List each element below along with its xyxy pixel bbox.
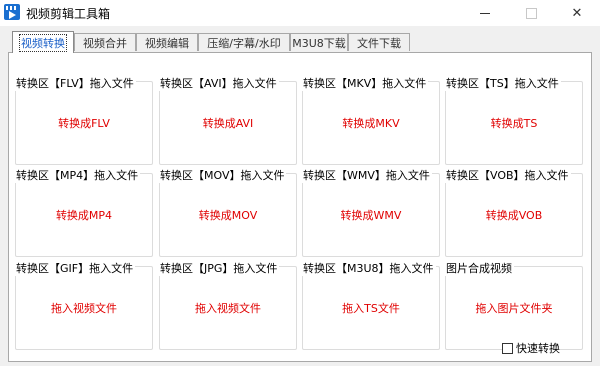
- tab-label: M3U8下载: [292, 36, 346, 50]
- tab-label: 视频合并: [83, 36, 127, 50]
- convert-flv-button[interactable]: 转换成FLV: [15, 115, 153, 131]
- fast-convert-label: 快速转换: [516, 342, 560, 355]
- group-title: 转换区【MP4】拖入文件: [15, 167, 141, 183]
- convert-mp4-button[interactable]: 转换成MP4: [15, 207, 153, 223]
- tab-file-download[interactable]: 文件下载: [348, 33, 410, 51]
- fast-convert-checkbox[interactable]: 快速转换: [502, 340, 560, 356]
- group-title: 转换区【MKV】拖入文件: [302, 75, 429, 91]
- tab-label: 压缩/字幕/水印: [207, 36, 281, 50]
- group-title: 转换区【JPG】拖入文件: [159, 260, 280, 276]
- convert-avi-button[interactable]: 转换成AVI: [159, 115, 297, 131]
- tab-label: 文件下载: [357, 36, 401, 50]
- m3u8-drop-ts-button[interactable]: 拖入TS文件: [302, 300, 440, 316]
- close-icon: ✕: [571, 5, 583, 21]
- group-title: 转换区【FLV】拖入文件: [15, 75, 136, 91]
- tab-panel: 转换区【FLV】拖入文件 转换成FLV 转换区【AVI】拖入文件 转换成AVI …: [8, 52, 592, 362]
- tab-video-convert[interactable]: 视频转换: [12, 31, 74, 53]
- group-title: 转换区【MOV】拖入文件: [159, 167, 287, 183]
- group-title: 转换区【AVI】拖入文件: [159, 75, 279, 91]
- tab-label: 视频转换: [19, 33, 67, 52]
- tab-strip: 视频转换 视频合并 视频编辑 压缩/字幕/水印 M3U8下载 文件下载: [10, 31, 590, 53]
- convert-group-avi[interactable]: 转换区【AVI】拖入文件 转换成AVI: [159, 75, 297, 165]
- tab-m3u8-download[interactable]: M3U8下载: [290, 33, 348, 51]
- convert-group-mov[interactable]: 转换区【MOV】拖入文件 转换成MOV: [159, 167, 297, 257]
- convert-group-jpg[interactable]: 转换区【JPG】拖入文件 拖入视频文件: [159, 260, 297, 350]
- minimize-button[interactable]: [462, 0, 508, 26]
- group-title: 转换区【VOB】拖入文件: [445, 167, 571, 183]
- convert-mov-button[interactable]: 转换成MOV: [159, 207, 297, 223]
- minimize-icon: [480, 12, 490, 14]
- maximize-button[interactable]: [508, 0, 554, 26]
- title-bar: 视频剪辑工具箱 ✕: [0, 0, 600, 26]
- group-title: 转换区【TS】拖入文件: [445, 75, 561, 91]
- close-button[interactable]: ✕: [554, 0, 600, 26]
- images-to-video-group[interactable]: 图片合成视频 拖入图片文件夹: [445, 260, 583, 350]
- convert-group-ts[interactable]: 转换区【TS】拖入文件 转换成TS: [445, 75, 583, 165]
- group-title: 图片合成视频: [445, 260, 514, 276]
- tab-compress-subtitle-watermark[interactable]: 压缩/字幕/水印: [198, 33, 290, 51]
- jpg-drop-video-button[interactable]: 拖入视频文件: [159, 300, 297, 316]
- gif-drop-video-button[interactable]: 拖入视频文件: [15, 300, 153, 316]
- tab-video-merge[interactable]: 视频合并: [74, 33, 136, 51]
- maximize-icon: [525, 7, 537, 19]
- window-title: 视频剪辑工具箱: [26, 7, 111, 21]
- convert-group-mp4[interactable]: 转换区【MP4】拖入文件 转换成MP4: [15, 167, 153, 257]
- convert-group-mkv[interactable]: 转换区【MKV】拖入文件 转换成MKV: [302, 75, 440, 165]
- tab-video-edit[interactable]: 视频编辑: [136, 33, 198, 51]
- checkbox-box[interactable]: [502, 342, 513, 354]
- convert-group-m3u8[interactable]: 转换区【M3U8】拖入文件 拖入TS文件: [302, 260, 440, 350]
- convert-ts-button[interactable]: 转换成TS: [445, 115, 583, 131]
- app-video-icon: [4, 4, 20, 20]
- convert-group-gif[interactable]: 转换区【GIF】拖入文件 拖入视频文件: [15, 260, 153, 350]
- group-title: 转换区【WMV】拖入文件: [302, 167, 432, 183]
- group-title: 转换区【GIF】拖入文件: [15, 260, 136, 276]
- convert-wmv-button[interactable]: 转换成WMV: [302, 207, 440, 223]
- convert-group-vob[interactable]: 转换区【VOB】拖入文件 转换成VOB: [445, 167, 583, 257]
- drop-image-folder-button[interactable]: 拖入图片文件夹: [445, 300, 583, 316]
- convert-group-flv[interactable]: 转换区【FLV】拖入文件 转换成FLV: [15, 75, 153, 165]
- group-title: 转换区【M3U8】拖入文件: [302, 260, 436, 276]
- convert-mkv-button[interactable]: 转换成MKV: [302, 115, 440, 131]
- tab-label: 视频编辑: [145, 36, 189, 50]
- convert-vob-button[interactable]: 转换成VOB: [445, 207, 583, 223]
- convert-group-wmv[interactable]: 转换区【WMV】拖入文件 转换成WMV: [302, 167, 440, 257]
